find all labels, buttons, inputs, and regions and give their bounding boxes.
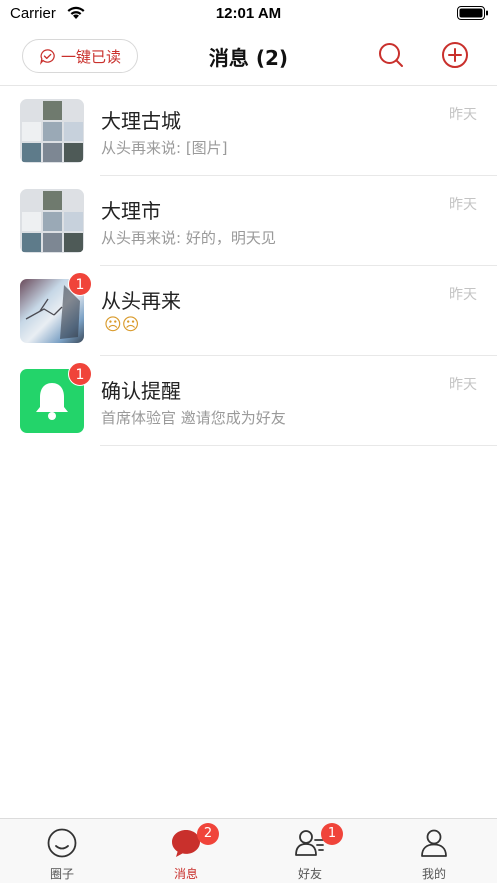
search-icon[interactable] (377, 41, 405, 69)
tab-badge: 2 (197, 823, 219, 845)
mark-all-read-button[interactable]: 一键已读 (22, 39, 138, 73)
plus-circle-icon[interactable] (441, 41, 469, 69)
conversation-preview: 从头再来说: [图片] (101, 139, 228, 157)
conversation-row[interactable]: 1 从头再来 ☹☹ 昨天 (0, 266, 497, 356)
unread-badge: 1 (68, 272, 92, 296)
conversation-row[interactable]: 大理市 从头再来说: 好的，明天见 昨天 (0, 176, 497, 266)
conversation-time: 昨天 (449, 107, 477, 123)
conversation-time: 昨天 (449, 377, 477, 393)
person-icon (421, 829, 447, 857)
tab-label: 我的 (421, 867, 446, 881)
tab-bar: 圈子 2 消息 1 好友 我的 (0, 818, 497, 883)
clock: 12:01 AM (215, 5, 282, 22)
unread-badge: 1 (68, 362, 92, 386)
conversation-title: 大理古城 (101, 109, 181, 133)
chat-check-icon (40, 48, 55, 65)
conversation-title: 从头再来 (101, 289, 181, 313)
tab-messages[interactable]: 2 消息 (124, 819, 248, 883)
tab-circle[interactable]: 圈子 (0, 819, 124, 883)
tab-label: 好友 (297, 867, 322, 881)
conversation-list: 大理古城 从头再来说: [图片] 昨天 大理市 从头再来说: 好的，明天见 昨天 (0, 86, 497, 446)
status-bar: Carrier 12:01 AM (0, 0, 497, 30)
smile-icon (47, 828, 77, 858)
conversation-title: 大理市 (101, 199, 161, 223)
group-avatar (20, 99, 84, 163)
conversation-row[interactable]: 大理古城 从头再来说: [图片] 昨天 (0, 86, 497, 176)
conversation-row[interactable]: 1 确认提醒 首席体验官 邀请您成为好友 昨天 (0, 356, 497, 446)
nav-bar: 一键已读 消息 (2) (0, 30, 497, 86)
conversation-preview: 首席体验官 邀请您成为好友 (101, 409, 286, 427)
group-avatar (20, 189, 84, 253)
conversation-preview: 从头再来说: 好的，明天见 (101, 229, 276, 247)
tab-label: 消息 (173, 867, 198, 881)
tab-friends[interactable]: 1 好友 (248, 819, 372, 883)
conversation-preview: ☹☹ (104, 315, 140, 335)
conversation-time: 昨天 (449, 287, 477, 303)
battery-icon (457, 6, 488, 20)
messages-screen: Carrier 12:01 AM 一键已读 消息 (2) 大理古城 从头再来说:… (0, 0, 497, 883)
row-divider (100, 445, 497, 446)
tab-label: 圈子 (49, 867, 74, 881)
tab-badge: 1 (321, 823, 343, 845)
conversation-time: 昨天 (449, 197, 477, 213)
mark-all-read-label: 一键已读 (60, 47, 121, 66)
tab-me[interactable]: 我的 (372, 819, 496, 883)
conversation-title: 确认提醒 (101, 379, 181, 403)
